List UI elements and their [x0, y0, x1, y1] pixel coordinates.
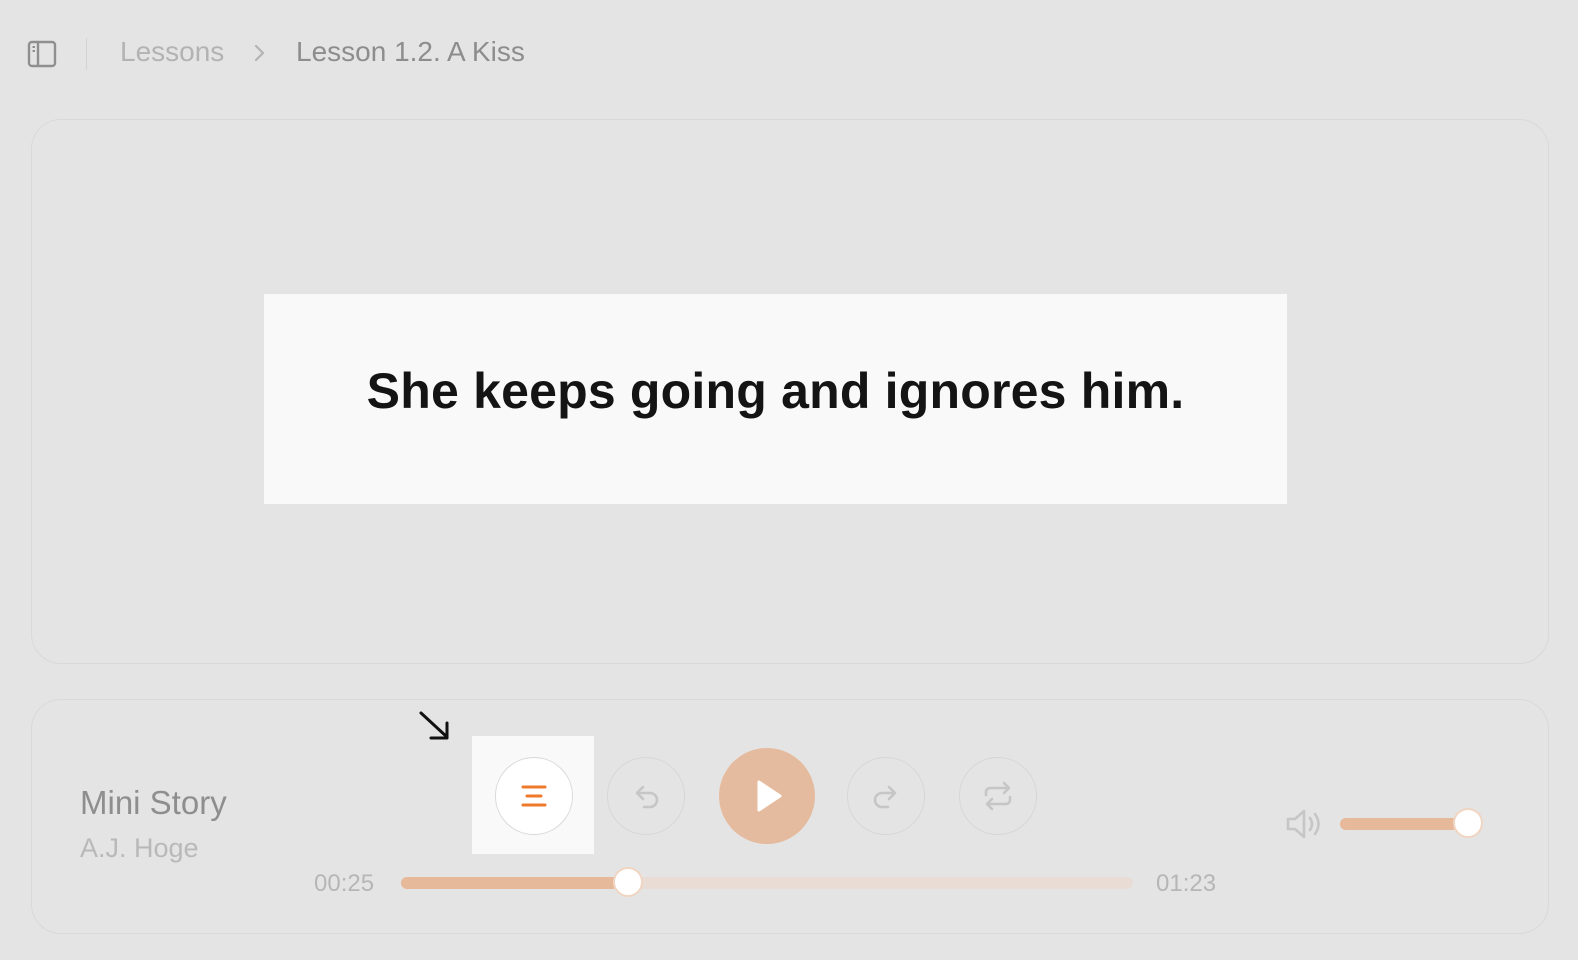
redo-icon — [873, 785, 897, 809]
chevron-right-icon — [254, 44, 265, 62]
transcript-button[interactable] — [495, 757, 573, 835]
total-duration: 01:23 — [1156, 870, 1217, 897]
volume-slider-thumb[interactable] — [1453, 808, 1483, 838]
play-icon — [757, 780, 782, 812]
repeat-button[interactable] — [959, 757, 1037, 835]
caption-box: She keeps going and ignores him. — [264, 294, 1287, 504]
volume-button[interactable] — [1284, 806, 1326, 842]
seek-bar[interactable] — [401, 867, 1133, 897]
align-center-icon — [521, 785, 547, 807]
seek-bar-fill — [401, 877, 628, 889]
track-artist: A.J. Hoge — [80, 833, 199, 863]
caption-text: She keeps going and ignores him. — [366, 363, 1185, 419]
current-time: 00:25 — [314, 870, 375, 897]
volume-slider-fill — [1340, 818, 1468, 830]
toolbar-divider — [86, 38, 87, 70]
seek-bar-thumb[interactable] — [612, 867, 643, 897]
volume-slider[interactable] — [1340, 808, 1483, 838]
top-bar: Lessons Lesson 1.2. A Kiss — [0, 0, 1578, 106]
arrow-down-right-icon — [419, 711, 449, 740]
track-title: Mini Story — [80, 784, 227, 821]
sidebar-toggle-button[interactable] — [26, 38, 58, 70]
undo-icon — [635, 785, 659, 809]
repeat-icon — [984, 781, 1012, 811]
breadcrumb-lessons-link[interactable]: Lessons — [120, 36, 224, 68]
forward-button[interactable] — [847, 757, 925, 835]
volume-icon — [1286, 809, 1320, 839]
rewind-button[interactable] — [607, 757, 685, 835]
play-button[interactable] — [719, 748, 815, 844]
sidebar-icon — [27, 40, 57, 68]
breadcrumb-current-lesson: Lesson 1.2. A Kiss — [296, 36, 525, 67]
